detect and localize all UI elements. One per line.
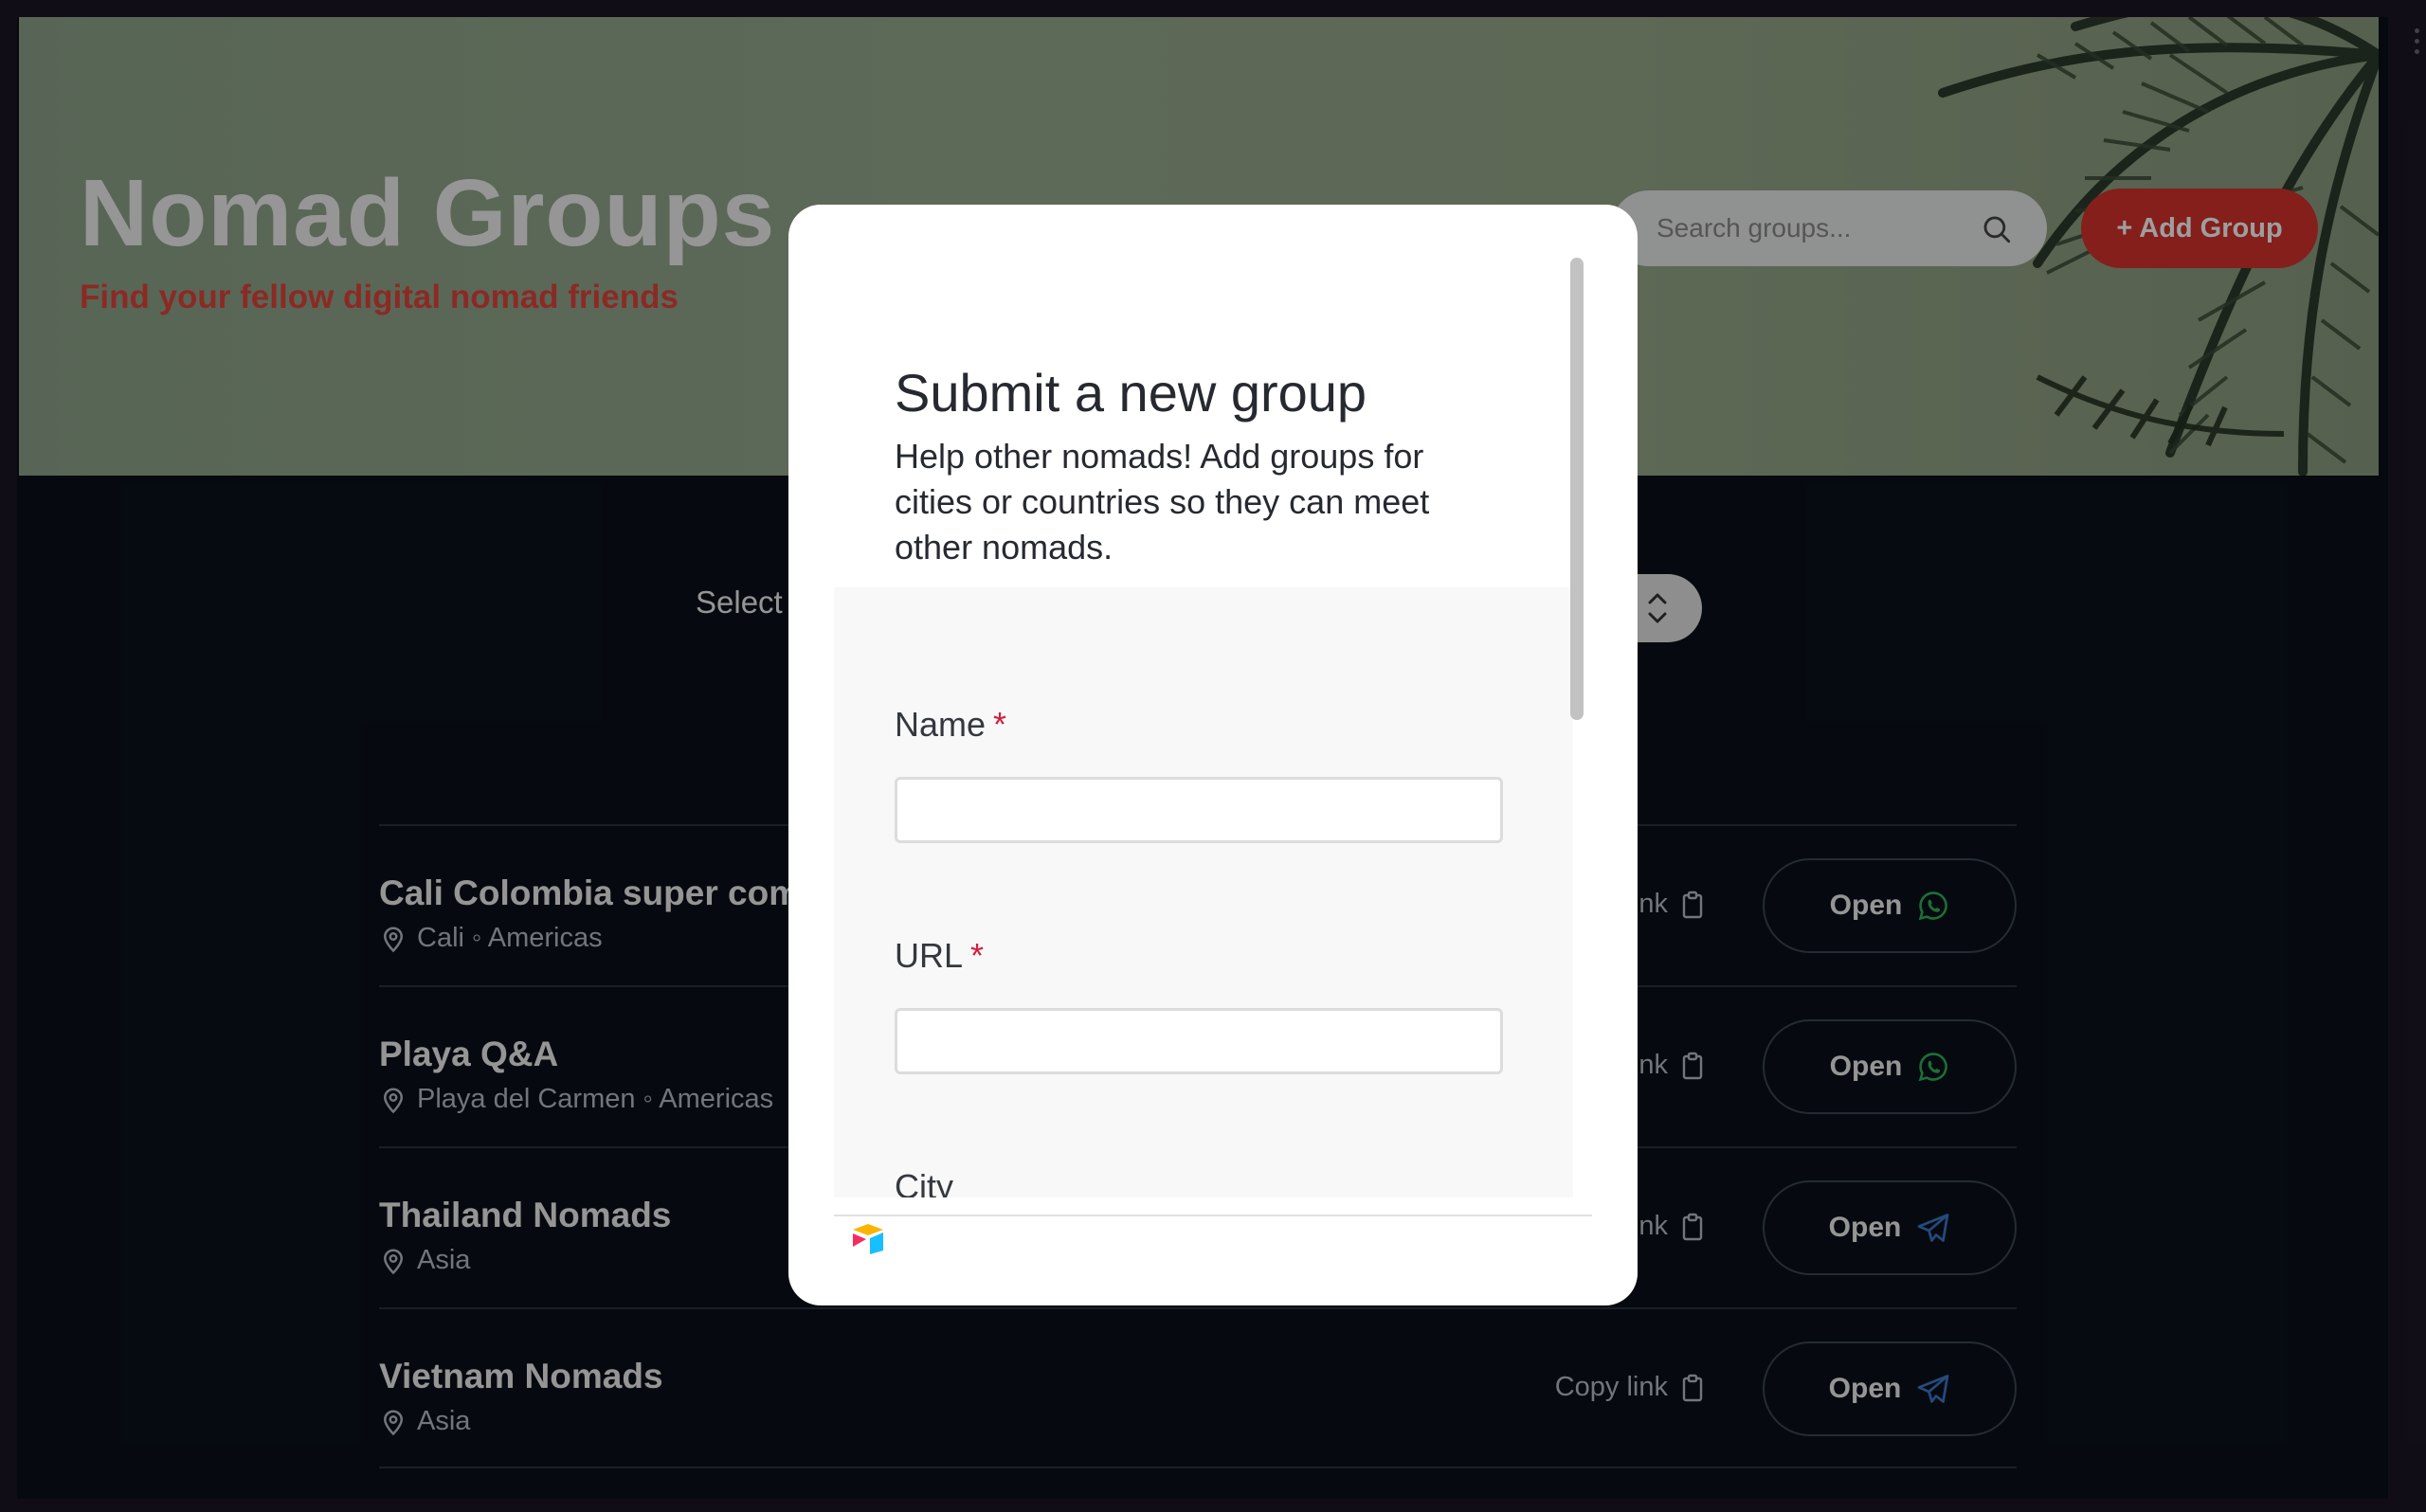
url-field-label: URL * bbox=[895, 936, 984, 976]
name-label-text: Name bbox=[895, 705, 987, 744]
url-field[interactable] bbox=[895, 1008, 1503, 1074]
modal-form: Name * URL * City bbox=[834, 587, 1573, 1197]
airtable-logo-icon[interactable] bbox=[849, 1222, 887, 1254]
submit-group-modal: Submit a new group Help other nomads! Ad… bbox=[788, 205, 1638, 1305]
modal-scrollbar-thumb[interactable] bbox=[1570, 258, 1584, 720]
url-label-text: URL bbox=[895, 936, 964, 975]
name-field-label: Name * bbox=[895, 705, 1006, 745]
page: Nomad Groups Find your fellow digital no… bbox=[0, 0, 2426, 1512]
modal-description: Help other nomads! Add groups for cities… bbox=[895, 437, 1430, 567]
name-field[interactable] bbox=[895, 777, 1503, 843]
required-marker: * bbox=[970, 936, 985, 975]
required-marker: * bbox=[993, 705, 1007, 744]
modal-title: Submit a new group bbox=[895, 363, 1367, 423]
city-field-label: City bbox=[895, 1167, 953, 1197]
modal-form-frame: Submit a new group Help other nomads! Ad… bbox=[834, 250, 1573, 1197]
modal-header: Submit a new group Help other nomads! Ad… bbox=[834, 250, 1573, 587]
city-label-text: City bbox=[895, 1167, 953, 1197]
modal-footer-divider bbox=[834, 1215, 1592, 1216]
